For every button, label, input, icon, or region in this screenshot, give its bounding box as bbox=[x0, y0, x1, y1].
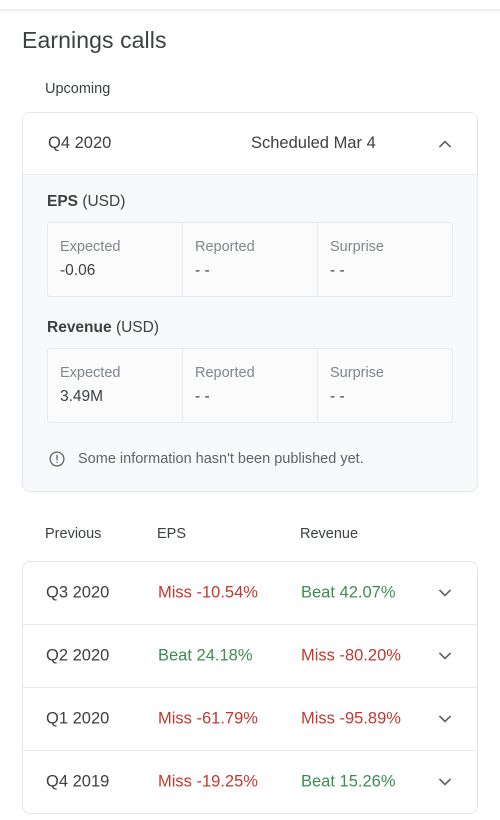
earnings-calls-page: Earnings calls Upcoming Q4 2020 Schedule… bbox=[0, 0, 500, 820]
eps-metric-name: EPS bbox=[47, 193, 79, 210]
eps-expected-cell: Expected -0.06 bbox=[48, 223, 183, 296]
row-quarter: Q4 2019 bbox=[46, 772, 110, 791]
row-eps-value: Miss -61.79% bbox=[158, 709, 258, 728]
revenue-reported-cell: Reported - - bbox=[183, 349, 318, 422]
table-row[interactable]: Q1 2020 Miss -61.79% Miss -95.89% bbox=[23, 688, 477, 751]
revenue-reported-value: - - bbox=[195, 388, 210, 405]
revenue-surprise-cell: Surprise - - bbox=[318, 349, 452, 422]
chevron-down-icon[interactable] bbox=[425, 699, 465, 739]
revenue-expected-label: Expected bbox=[60, 365, 121, 381]
row-revenue-value: Beat 42.07% bbox=[301, 583, 396, 602]
info-notice: Some information hasn't been published y… bbox=[47, 445, 453, 491]
row-revenue-value: Beat 15.26% bbox=[301, 772, 396, 791]
revenue-metric-unit: (USD) bbox=[115, 319, 159, 336]
eps-expected-value: -0.06 bbox=[60, 262, 96, 279]
revenue-expected-value: 3.49M bbox=[60, 388, 104, 405]
row-revenue-value: Miss -80.20% bbox=[301, 646, 401, 665]
table-row[interactable]: Q3 2020 Miss -10.54% Beat 42.07% bbox=[23, 562, 477, 625]
chevron-down-icon[interactable] bbox=[425, 636, 465, 676]
table-row[interactable]: Q4 2019 Miss -19.25% Beat 15.26% bbox=[23, 751, 477, 813]
row-revenue-value: Miss -95.89% bbox=[301, 709, 401, 728]
revenue-expected-cell: Expected 3.49M bbox=[48, 349, 183, 422]
error-outline-icon bbox=[48, 450, 66, 468]
previous-table-header: Previous EPS Revenue bbox=[22, 524, 478, 544]
eps-surprise-value: - - bbox=[330, 262, 345, 279]
row-quarter: Q1 2020 bbox=[46, 709, 110, 728]
row-eps-value: Beat 24.18% bbox=[158, 646, 253, 665]
eps-surprise-label: Surprise bbox=[330, 239, 384, 255]
upcoming-card-header[interactable]: Q4 2020 Scheduled Mar 4 bbox=[23, 113, 477, 175]
page-title: Earnings calls bbox=[22, 27, 167, 53]
revenue-metric-grid: Expected 3.49M Reported - - Surprise - - bbox=[47, 348, 453, 423]
eps-metric-unit: (USD) bbox=[82, 193, 126, 210]
column-header-eps: EPS bbox=[157, 526, 187, 542]
eps-metric-title: EPS (USD) bbox=[47, 193, 453, 211]
eps-metric-grid: Expected -0.06 Reported - - Surprise - - bbox=[47, 222, 453, 297]
revenue-surprise-label: Surprise bbox=[330, 365, 384, 381]
revenue-metric-name: Revenue bbox=[47, 319, 112, 336]
upcoming-status-label: Scheduled Mar 4 bbox=[251, 134, 376, 152]
revenue-surprise-value: - - bbox=[330, 388, 345, 405]
eps-reported-label: Reported bbox=[195, 239, 255, 255]
revenue-reported-label: Reported bbox=[195, 365, 255, 381]
row-eps-value: Miss -19.25% bbox=[158, 772, 258, 791]
row-quarter: Q3 2020 bbox=[46, 583, 110, 602]
column-header-previous: Previous bbox=[45, 526, 102, 542]
upcoming-section-label: Upcoming bbox=[45, 81, 111, 97]
column-header-revenue: Revenue bbox=[300, 526, 359, 542]
chevron-down-icon[interactable] bbox=[425, 762, 465, 802]
eps-expected-label: Expected bbox=[60, 239, 121, 255]
row-quarter: Q2 2020 bbox=[46, 646, 110, 665]
upcoming-card-body: EPS (USD) Expected -0.06 Reported - - Su… bbox=[23, 175, 477, 491]
top-divider-shadow bbox=[0, 10, 500, 14]
info-notice-text: Some information hasn't been published y… bbox=[78, 451, 364, 467]
eps-surprise-cell: Surprise - - bbox=[318, 223, 452, 296]
chevron-down-icon[interactable] bbox=[425, 573, 465, 613]
eps-reported-value: - - bbox=[195, 262, 210, 279]
upcoming-quarter-label: Q4 2020 bbox=[48, 134, 112, 152]
table-row[interactable]: Q2 2020 Beat 24.18% Miss -80.20% bbox=[23, 625, 477, 688]
eps-reported-cell: Reported - - bbox=[183, 223, 318, 296]
previous-earnings-table: Q3 2020 Miss -10.54% Beat 42.07% Q2 2020… bbox=[22, 561, 478, 814]
chevron-up-icon[interactable] bbox=[425, 124, 465, 164]
upcoming-earnings-card: Q4 2020 Scheduled Mar 4 EPS (USD) Expect… bbox=[22, 112, 478, 492]
revenue-metric-title: Revenue (USD) bbox=[47, 319, 453, 337]
row-eps-value: Miss -10.54% bbox=[158, 583, 258, 602]
